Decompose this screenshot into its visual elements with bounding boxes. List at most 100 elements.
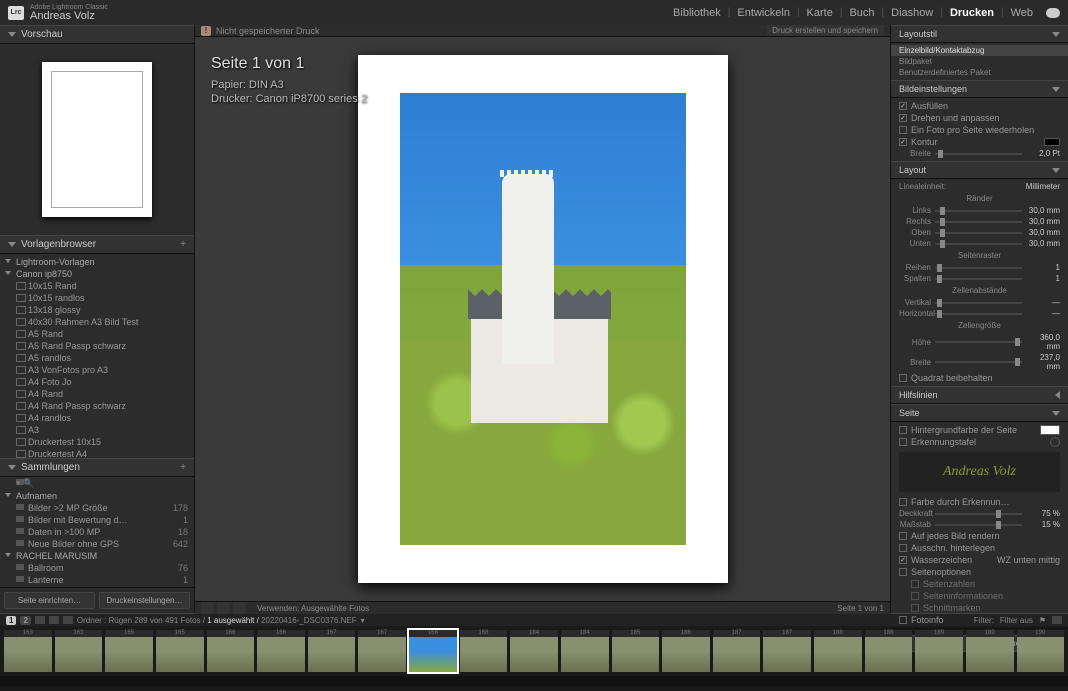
chk-render-behind[interactable]: Ausschn. hinterlegen [891,542,1068,554]
guides-header[interactable]: Hilfslinien [891,386,1068,404]
preview-panel-header[interactable]: Vorschau [0,25,194,44]
filmstrip-thumb[interactable]: 188 [814,630,862,672]
collection-item[interactable]: Bilder >2 MP Größe178 [0,502,194,514]
collection-item[interactable]: Daten in >100 MP18 [0,526,194,538]
filmstrip-thumb[interactable]: 188 [865,630,913,672]
photo-cell[interactable] [400,93,686,545]
filmstrip-thumb[interactable]: 165 [156,630,204,672]
identity-plate-preview[interactable]: Andreas Volz [899,452,1060,492]
spacing-slider[interactable]: Vertikal— [891,297,1068,308]
add-collection-icon[interactable]: + [180,462,186,473]
template-item[interactable]: A4 Foto Jo [0,376,194,388]
collection-item[interactable]: Neue Bilder ohne GPS642 [0,538,194,550]
chk-render-each[interactable]: Auf jedes Bild rendern [891,530,1068,542]
collection-item[interactable]: Lanterne1 [0,574,194,586]
template-item[interactable]: A3 VonFotos pro A3 [0,364,194,376]
template-item[interactable]: 13x18 glossy [0,304,194,316]
layoutstyle-option[interactable]: Bildpaket [891,56,1068,67]
nav-buch[interactable]: Buch [842,7,881,19]
template-item[interactable]: A5 Rand [0,328,194,340]
filmstrip-thumb[interactable]: 184 [510,630,558,672]
filmstrip-thumb[interactable]: 163 [55,630,103,672]
filmstrip-thumb[interactable]: 166 [207,630,255,672]
collection-group[interactable]: Aufnamen [0,490,194,502]
template-item[interactable]: A5 randlos [0,352,194,364]
page-setup-button[interactable]: Seite einrichten… [4,592,95,609]
page-header[interactable]: Seite [891,404,1068,422]
image-settings-header[interactable]: Bildeinstellungen [891,80,1068,98]
template-item[interactable]: A4 Rand [0,388,194,400]
print-settings-button[interactable]: Druckeinstellungen… [99,592,190,609]
chk-keep-square[interactable]: Quadrat beibehalten [891,372,1068,384]
chk-rotate-fit[interactable]: ✓Drehen und anpassen [891,112,1068,124]
template-item[interactable]: A5 Rand Passp schwarz [0,340,194,352]
cellsize-slider[interactable]: Höhe360,0 mm [891,332,1068,352]
template-group[interactable]: Lightroom-Vorlagen [0,256,194,268]
filmstrip-thumb[interactable]: 187 [763,630,811,672]
nav-fwd-icon[interactable] [63,616,73,624]
filmstrip-thumb[interactable]: 165 [105,630,153,672]
nav-drucken[interactable]: Drucken [943,7,1001,19]
filmstrip-thumb[interactable]: 189 [966,630,1014,672]
nav-karte[interactable]: Karte [800,7,840,19]
print-canvas[interactable]: Seite 1 von 1 Papier: DIN A3 Drucker: Ca… [195,37,890,601]
template-item[interactable]: A4 randlos [0,412,194,424]
create-saved-print-button[interactable]: Druck erstellen und speichern [766,25,884,36]
nav-bibliothek[interactable]: Bibliothek [666,7,728,19]
toolbar-next-icon[interactable] [233,602,245,614]
collection-group[interactable]: RACHEL MARUSIM [0,550,194,562]
chk-repeat-photo[interactable]: Ein Foto pro Seite wiederholen [891,124,1068,136]
layoutstyle-option[interactable]: Benutzerdefiniertes Paket [891,67,1068,78]
filmstrip-thumb[interactable]: 185 [612,630,660,672]
margin-slider[interactable]: Oben30,0 mm [891,227,1068,238]
filter-flag-icon[interactable]: ⚑ [1039,616,1046,625]
grid-slider[interactable]: Reihen1 [891,262,1068,273]
spacing-slider[interactable]: Horizontal— [891,308,1068,319]
idplate-slider[interactable]: Deckkraft75 % [891,508,1068,519]
monitor-badge[interactable]: 1 [6,616,16,625]
filmstrip-path[interactable]: Ordner : Rügen 289 von 491 Fotos / [77,616,205,625]
toolbar-stop-icon[interactable] [201,602,213,614]
filter-lock-icon[interactable] [1052,616,1062,624]
collection-item[interactable]: Bilder mit Bewertung d…1 [0,514,194,526]
chk-identity-plate[interactable]: Erkennungstafel [891,436,1068,448]
toolbar-prev-icon[interactable] [217,602,229,614]
stroke-width-slider[interactable]: Breite 2,0 Pt [891,148,1068,159]
collection-item[interactable]: Ballroom76 [0,562,194,574]
filter-preset[interactable]: Filter aus [1000,616,1033,625]
page-bg-swatch[interactable] [1040,425,1060,435]
ruler-units-row[interactable]: Linealeinheit: Millimeter [891,181,1068,192]
nav-web[interactable]: Web [1004,7,1040,19]
add-template-icon[interactable]: + [180,239,186,250]
cellsize-slider[interactable]: Breite237,0 mm [891,352,1068,372]
stroke-color-swatch[interactable] [1044,138,1060,146]
template-item[interactable]: A4 Rand Passp schwarz [0,400,194,412]
filmstrip-thumb[interactable]: 163 [4,630,52,672]
second-monitor-badge[interactable]: 2 [20,616,30,625]
layout-header[interactable]: Layout [891,161,1068,179]
margin-slider[interactable]: Rechts30,0 mm [891,216,1068,227]
idplate-rotate-icon[interactable] [1050,437,1060,447]
margin-slider[interactable]: Links30,0 mm [891,205,1068,216]
filmstrip-thumb[interactable]: 168 [460,630,508,672]
chk-stroke-border[interactable]: ✓Kontur [891,136,1068,148]
filmstrip[interactable]: 1631631651651661661671671681681841841851… [0,626,1068,676]
layout-style-header[interactable]: Layoutstil [891,25,1068,43]
template-item[interactable]: 10x15 Rand [0,280,194,292]
template-item[interactable]: 40x30 Rahmen A3 Bild Test [0,316,194,328]
filmstrip-thumb[interactable]: 190 [1017,630,1065,672]
filmstrip-thumb[interactable]: 187 [713,630,761,672]
chk-fill[interactable]: ✓Ausfüllen [891,100,1068,112]
filmstrip-thumb[interactable]: 184 [561,630,609,672]
template-group[interactable]: Canon ip8750 [0,268,194,280]
collections-header[interactable]: Sammlungen + [0,458,194,477]
filmstrip-thumb[interactable]: 189 [915,630,963,672]
nav-back-icon[interactable] [49,616,59,624]
layoutstyle-option[interactable]: Einzelbild/Kontaktabzug [891,45,1068,56]
filmstrip-thumb[interactable]: 167 [308,630,356,672]
filmstrip-thumb[interactable]: 168 [409,630,457,672]
chk-page-options[interactable]: Seitenoptionen [891,566,1068,578]
filmstrip-thumb[interactable]: 166 [257,630,305,672]
collection-filter[interactable]: ▾ 🔍 [0,477,194,490]
watermark-preset[interactable]: WZ unten mittig [997,555,1060,565]
